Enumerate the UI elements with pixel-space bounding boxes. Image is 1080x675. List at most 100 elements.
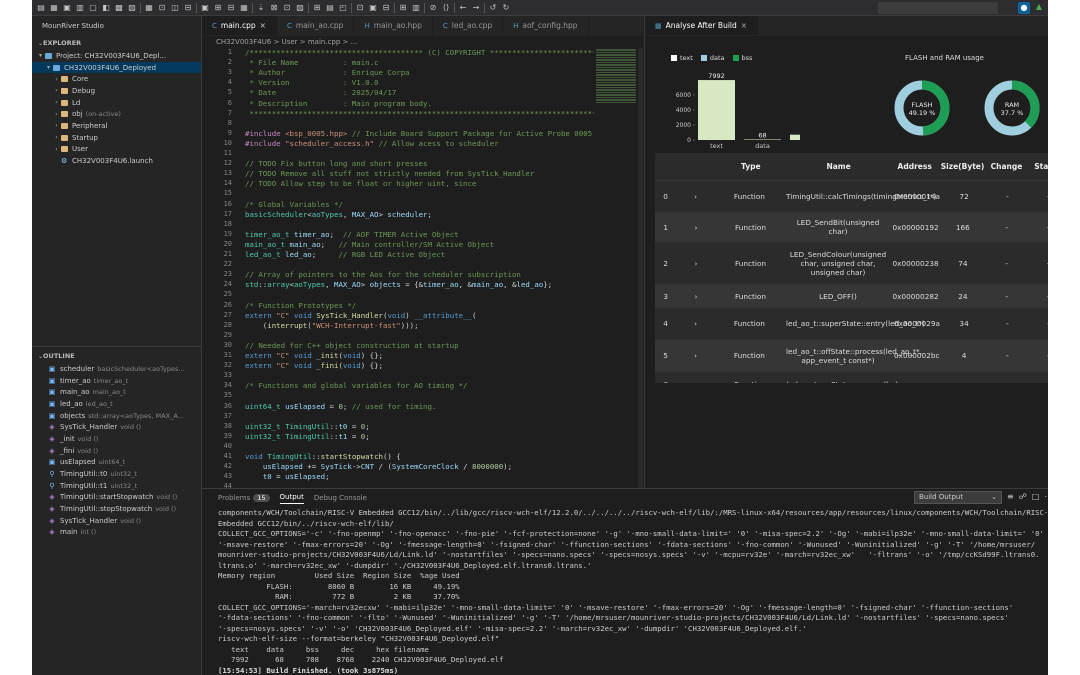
toolbar-button-icon[interactable]: ⊟ <box>226 3 236 12</box>
toolbar-button-icon[interactable]: ⟨⟩ <box>441 3 451 12</box>
toolbar-button-icon[interactable]: ↺ <box>488 3 498 12</box>
editor-tab[interactable]: Hmain_ao.hpp <box>354 16 433 35</box>
explorer-item[interactable]: › Core <box>32 73 201 85</box>
outline-header[interactable]: ⌄OUTLINE <box>32 349 201 363</box>
filter-icon[interactable]: ≡ <box>1007 492 1014 501</box>
table-row[interactable]: 2 › Function LED_SendColour(unsigned char, … <box>655 242 1048 285</box>
table-row[interactable]: 0 › Function TimingUtil::calcTimings(timing… <box>655 181 1048 213</box>
root-folder-row[interactable]: ▾ CH32V003F4U6_Deployed <box>32 61 201 74</box>
expand-row-icon[interactable]: › <box>676 319 715 328</box>
explorer-header[interactable]: ⌄EXPLORER <box>32 36 201 50</box>
outline-item[interactable]: ◈ SysTick_Handler void () <box>32 515 201 527</box>
toolbar-button-icon[interactable]: ◫ <box>170 3 180 12</box>
bar[interactable] <box>698 80 735 140</box>
outline-item[interactable]: ▣ led_ao led_ao_t <box>32 398 201 410</box>
toolbar-search-box[interactable] <box>878 2 998 14</box>
tab-debug-console[interactable]: Debug Console <box>314 494 367 502</box>
outline-item[interactable]: ▣ usElapsed uint64_t <box>32 457 201 469</box>
toolbar-button-icon[interactable]: ◧ <box>101 3 111 12</box>
bar[interactable] <box>790 134 800 140</box>
toolbar-button-icon[interactable]: ⇣ <box>256 3 266 12</box>
outline-item[interactable]: ▣ main_ao main_ao_t <box>32 386 201 398</box>
toolbar-button-icon[interactable]: ⊡ <box>282 3 292 12</box>
column-header[interactable]: Name <box>786 162 891 171</box>
expand-row-icon[interactable]: › <box>676 292 715 301</box>
outline-item[interactable]: ◈ main int () <box>32 527 201 539</box>
outline-item[interactable]: ▣ scheduler basicScheduler<aoTypes... <box>32 363 201 375</box>
toolbar-button-icon[interactable]: ↻ <box>501 3 511 12</box>
breadcrumb[interactable]: CH32V003F4U6 > User > main.cpp > ... <box>202 36 643 48</box>
explorer-item[interactable]: ⚙ CH32V003F4U6.launch <box>32 155 201 167</box>
minimap[interactable] <box>594 48 638 138</box>
close-icon[interactable]: × <box>260 21 266 30</box>
toolbar-button-icon[interactable]: ▨ <box>127 3 137 12</box>
column-header[interactable]: Address <box>891 162 938 171</box>
editor-tab[interactable]: Cmain.cpp × <box>202 16 277 35</box>
lock-icon[interactable]: ☍ <box>1019 492 1027 501</box>
project-row[interactable]: ▾ Project: CH32V003F4U6_Depl... <box>32 50 201 62</box>
toolbar-button-icon[interactable]: ▤ <box>325 3 335 12</box>
toolbar-button-icon[interactable]: ▣ <box>62 3 72 12</box>
expand-row-icon[interactable]: › <box>676 351 715 360</box>
toolbar-button-icon[interactable]: ▨ <box>295 3 305 12</box>
close-icon[interactable]: × <box>741 21 747 30</box>
explorer-item[interactable]: › User <box>32 144 201 156</box>
toolbar-button-icon[interactable]: ◰ <box>338 3 348 12</box>
table-row[interactable]: 4 › Function led_ao_t::superState::entry(le… <box>655 308 1048 340</box>
toolbar-button-icon[interactable]: ⊠ <box>269 3 279 12</box>
toolbar-button-icon[interactable]: ▢ <box>88 3 98 12</box>
column-header[interactable]: Status <box>1026 162 1048 171</box>
outline-item[interactable]: ▣ timer_ao timer_ao_t <box>32 375 201 387</box>
bar[interactable] <box>744 139 781 140</box>
toolbar-button-icon[interactable]: ⊟ <box>381 3 391 12</box>
expand-row-icon[interactable]: › <box>676 259 715 268</box>
outline-item[interactable]: ◈ TimingUtil::startStopwatch void () <box>32 492 201 504</box>
output-channel-select[interactable]: Build Output ⌄ <box>914 491 1002 504</box>
outline-item[interactable]: ◈ _fini void () <box>32 445 201 457</box>
toolbar-button-icon[interactable]: ▣ <box>200 3 210 12</box>
tab-problems[interactable]: Problems 15 <box>218 494 270 502</box>
output-log[interactable]: components/WCH/Toolchain/RISC-V Embedded… <box>218 508 1048 675</box>
toolbar-button-icon[interactable]: ⊞ <box>213 3 223 12</box>
more-icon[interactable]: ⋯ <box>1044 492 1048 501</box>
outline-item[interactable]: ◈ TimingUtil::stopStopwatch void () <box>32 503 201 515</box>
expand-row-icon[interactable]: › <box>676 380 715 384</box>
toolbar-button-icon[interactable]: ▣ <box>368 3 378 12</box>
column-header[interactable]: Change <box>987 162 1026 171</box>
expand-row-icon[interactable]: › <box>676 223 715 232</box>
editor-tab[interactable]: Cled_ao.cpp <box>433 16 504 35</box>
explorer-item[interactable]: › Peripheral <box>32 120 201 132</box>
outline-item[interactable]: ⚲ TimingUtil::t1 uint32_t <box>32 480 201 492</box>
toolbar-button-icon[interactable]: ▦ <box>144 3 154 12</box>
toolbar-button-icon[interactable]: ▤ <box>36 3 46 12</box>
toolbar-button-icon[interactable]: ▥ <box>411 3 421 12</box>
column-header[interactable]: Type <box>716 162 786 171</box>
explorer-item[interactable]: › Startup <box>32 132 201 144</box>
table-row[interactable]: 6›Functionled_ao_t::onState::process(led… <box>655 372 1048 384</box>
tab-output[interactable]: Output <box>279 493 304 504</box>
toolbar-button-icon[interactable]: ← <box>458 3 468 12</box>
tab-analyse-after-build[interactable]: ▦ Analyse After Build × <box>645 16 759 35</box>
toolbar-button-icon[interactable]: ⊟ <box>183 3 193 12</box>
explorer-item[interactable]: › Ld <box>32 97 201 109</box>
table-row[interactable]: 3 › Function LED_OFF() 0x00000282 24 - - <box>655 285 1048 308</box>
user-icon[interactable]: ● <box>1018 2 1030 14</box>
editor-tab[interactable]: Haof_config.hpp <box>503 16 589 35</box>
explorer-item[interactable]: › Debug <box>32 85 201 97</box>
toolbar-button-icon[interactable]: ⊡ <box>157 3 167 12</box>
toolbar-button-icon[interactable]: ▩ <box>114 3 124 12</box>
toolbar-button-icon[interactable]: ▦ <box>49 3 59 12</box>
maximize-icon[interactable]: □ <box>1032 492 1040 501</box>
table-row[interactable]: 5 › Function led_ao_t::offState::process(le… <box>655 340 1048 372</box>
table-row[interactable]: 1 › Function LED_SendBit(unsigned char) 0x00… <box>655 213 1048 242</box>
toolbar-button-icon[interactable]: ▥ <box>75 3 85 12</box>
toolbar-button-icon[interactable]: ⊞ <box>398 3 408 12</box>
expand-row-icon[interactable]: › <box>676 192 715 201</box>
outline-item[interactable]: ▣ objects std::array<aoTypes, MAX_A... <box>32 410 201 422</box>
toolbar-button-icon[interactable]: → <box>471 3 481 12</box>
outline-item[interactable]: ◈ SysTick_Handler void () <box>32 421 201 433</box>
toolbar-button-icon[interactable]: ▦ <box>239 3 249 12</box>
status-icon[interactable]: ▲ <box>1034 2 1044 11</box>
outline-item[interactable]: ⚲ TimingUtil::t0 uint32_t <box>32 468 201 480</box>
outline-item[interactable]: ◈ _init void () <box>32 433 201 445</box>
